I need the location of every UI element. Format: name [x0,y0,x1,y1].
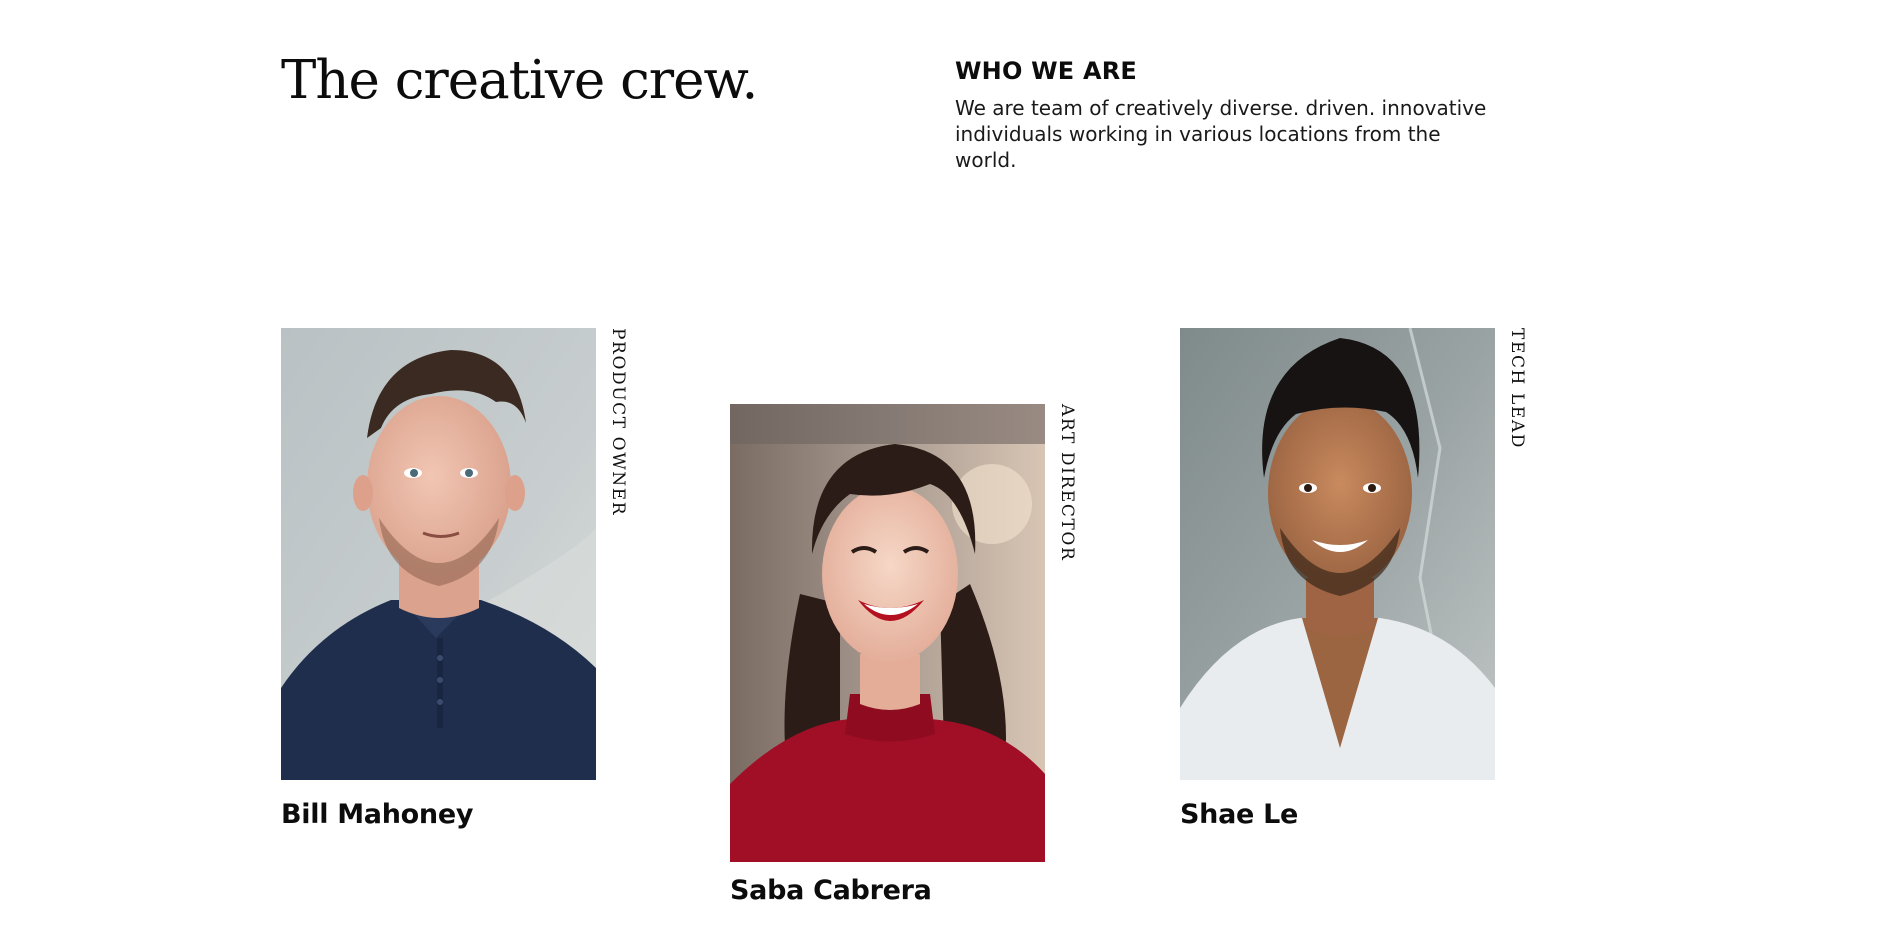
team-section: The creative crew. WHO WE ARE We are tea… [0,0,1897,946]
team-member-name: Bill Mahoney [281,799,474,830]
team-member-name: Saba Cabrera [730,875,932,906]
team-member-photo [281,328,596,780]
team-member-role: PRODUCT OWNER [608,328,628,517]
team-member-name: Shae Le [1180,799,1299,830]
page-headline: The creative crew. [281,50,758,111]
team-member-role: ART DIRECTOR [1057,404,1077,562]
who-we-are-block: WHO WE ARE We are team of creatively div… [955,57,1495,173]
who-we-are-description: We are team of creatively diverse. drive… [955,96,1487,172]
team-member-photo [1180,328,1495,780]
who-we-are-title: WHO WE ARE [955,57,1137,85]
team-member-role: TECH LEAD [1507,328,1527,449]
team-member-photo [730,404,1045,862]
